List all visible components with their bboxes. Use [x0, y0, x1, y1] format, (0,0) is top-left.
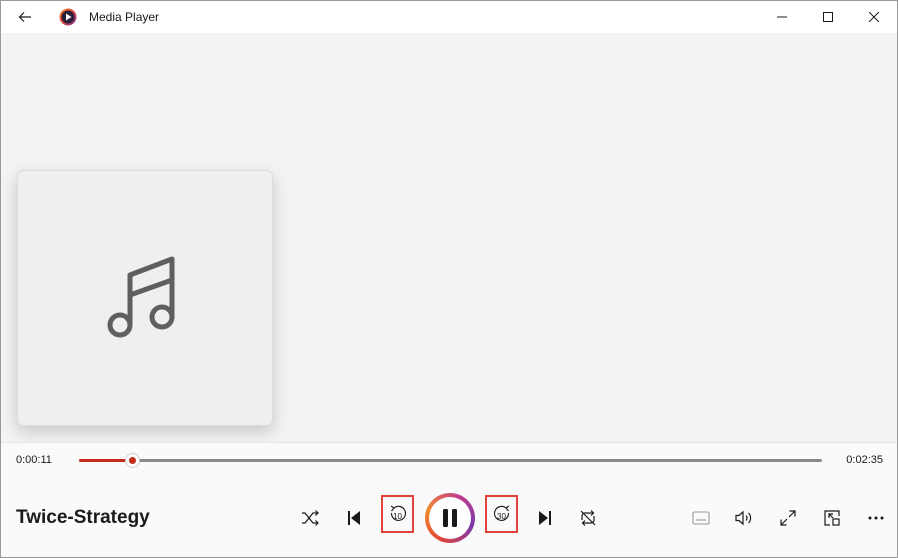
maximize-button[interactable]	[805, 1, 851, 33]
track-title: Twice-Strategy	[16, 507, 150, 528]
total-time: 0:02:35	[846, 454, 883, 466]
skip-forward-button[interactable]: 30	[485, 495, 518, 533]
seek-bar[interactable]	[79, 454, 822, 467]
album-art	[17, 170, 273, 426]
minimize-button[interactable]	[759, 1, 805, 33]
current-time: 0:00:11	[16, 454, 52, 466]
previous-track-icon	[348, 511, 360, 525]
media-player-window: Media Player 0:00:11 0:02:35 Twice-Strat…	[0, 0, 898, 558]
previous-button[interactable]	[337, 501, 371, 535]
arrow-left-icon	[18, 12, 31, 22]
mini-player-button[interactable]	[815, 501, 849, 535]
minimize-icon	[777, 16, 787, 18]
title-bar: Media Player	[1, 1, 897, 33]
shuffle-icon	[302, 510, 319, 526]
skip-forward-label: 30	[497, 512, 506, 521]
close-button[interactable]	[851, 1, 897, 33]
close-icon	[869, 12, 879, 22]
skip-back-label: 10	[393, 512, 402, 521]
back-button[interactable]	[13, 5, 37, 29]
seek-thumb[interactable]	[125, 454, 139, 467]
next-button[interactable]	[528, 501, 562, 535]
more-options-button[interactable]	[859, 501, 893, 535]
fullscreen-button[interactable]	[771, 501, 805, 535]
next-track-icon	[539, 511, 551, 525]
skip-back-button[interactable]: 10	[381, 495, 414, 533]
pause-icon	[443, 509, 457, 527]
shuffle-button[interactable]	[293, 501, 327, 535]
more-options-icon	[868, 516, 884, 520]
repeat-icon	[580, 510, 596, 526]
media-player-logo-icon	[59, 8, 77, 26]
mini-player-icon	[824, 510, 840, 526]
play-pause-button[interactable]	[425, 493, 475, 543]
fullscreen-icon	[780, 510, 796, 526]
repeat-button[interactable]	[571, 501, 605, 535]
volume-icon	[735, 510, 752, 526]
controls-panel: 0:00:11 0:02:35 Twice-Strategy 10 30	[1, 442, 897, 557]
window-title: Media Player	[89, 10, 160, 24]
captions-button[interactable]	[684, 501, 718, 535]
music-note-icon	[107, 256, 175, 338]
maximize-icon	[823, 12, 833, 22]
captions-icon	[692, 511, 710, 525]
seek-progress	[79, 459, 132, 462]
volume-button[interactable]	[727, 501, 761, 535]
